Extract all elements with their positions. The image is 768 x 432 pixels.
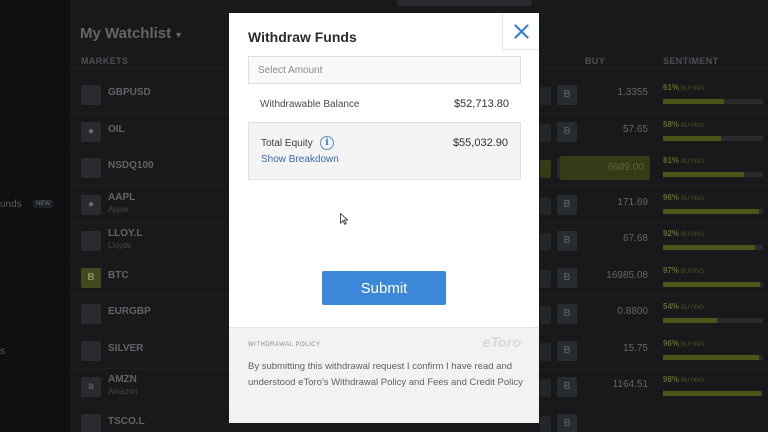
withdrawal-policy-link[interactable]: Withdrawal Policy bbox=[331, 377, 406, 388]
etoro-logo: eToro bbox=[482, 336, 521, 351]
withdraw-funds-modal: Withdraw Funds Withdrawable Balance $52,… bbox=[229, 13, 539, 423]
info-icon[interactable]: i bbox=[320, 136, 334, 150]
withdrawal-policy-section: WITHDRAWAL POLICY eToro By submitting th… bbox=[229, 327, 539, 423]
withdrawable-balance-label: Withdrawable Balance bbox=[260, 99, 360, 110]
policy-title: WITHDRAWAL POLICY bbox=[248, 342, 321, 348]
total-equity-box: Total Equity i $55,032.90 Show Breakdown bbox=[248, 122, 521, 180]
policy-text: By submitting this withdrawal request I … bbox=[248, 359, 524, 391]
modal-title: Withdraw Funds bbox=[248, 29, 357, 45]
total-equity-label: Total Equity bbox=[261, 138, 313, 149]
fees-credit-policy-link[interactable]: Fees and Credit Policy bbox=[427, 377, 523, 388]
close-icon bbox=[514, 24, 529, 39]
submit-button[interactable]: Submit bbox=[322, 271, 446, 305]
close-button[interactable] bbox=[502, 13, 539, 50]
total-equity-value: $55,032.90 bbox=[452, 137, 508, 149]
show-breakdown-link[interactable]: Show Breakdown bbox=[261, 154, 339, 165]
amount-input[interactable] bbox=[248, 56, 521, 84]
withdrawable-balance-row: Withdrawable Balance $52,713.80 bbox=[248, 85, 521, 123]
mouse-cursor-icon bbox=[340, 213, 348, 225]
withdrawable-balance-value: $52,713.80 bbox=[453, 98, 509, 110]
policy-text-and: and bbox=[406, 377, 428, 388]
